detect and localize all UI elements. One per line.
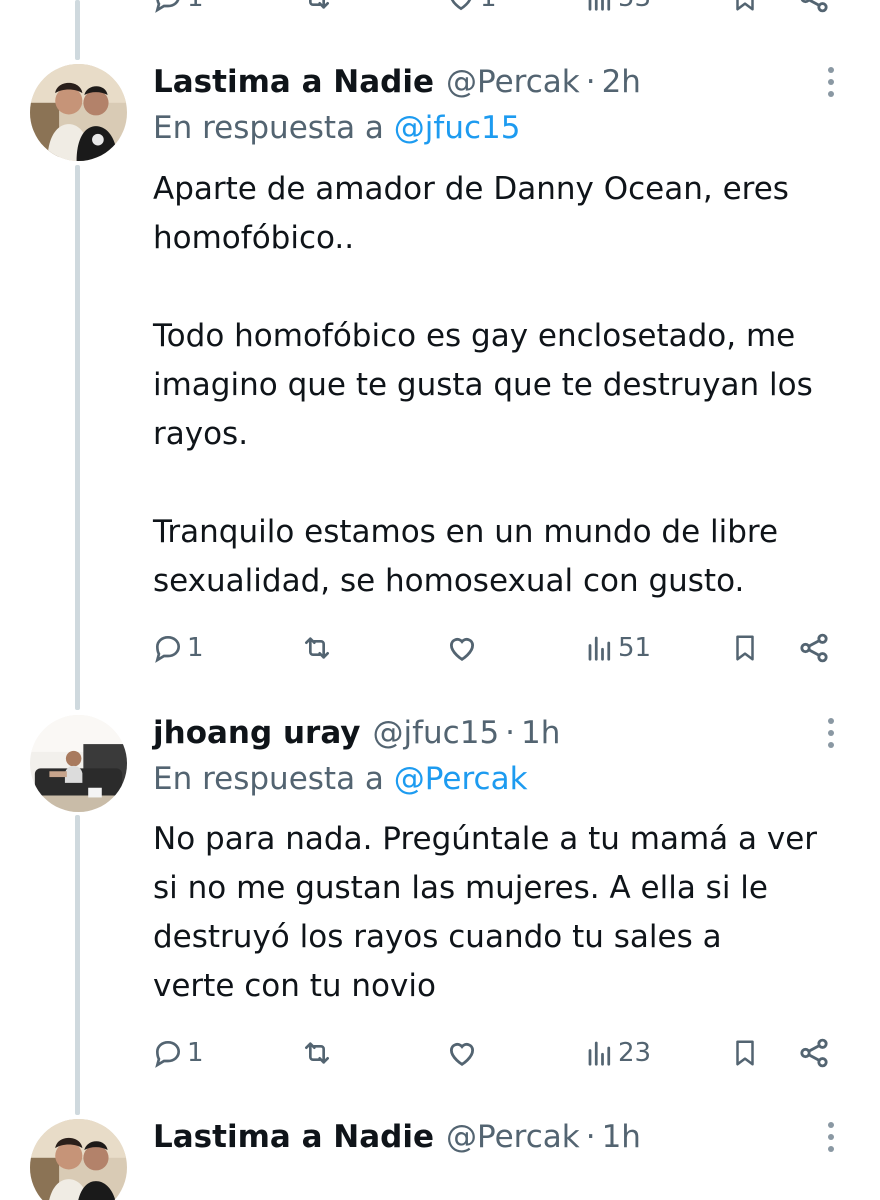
reply-count: 1	[187, 633, 204, 663]
user-handle[interactable]: @Percak	[446, 1119, 580, 1155]
timestamp[interactable]: 1h	[521, 715, 560, 751]
reply-count: 1	[187, 0, 204, 13]
tweet[interactable]: Lastima a Nadie @Percak · 1h	[0, 1115, 880, 1200]
tweet-line: No para nada. Pregúntale a tu mamá a ver	[153, 821, 818, 857]
avatar[interactable]	[30, 715, 127, 812]
separator-dot: ·	[505, 715, 516, 751]
heart-icon	[449, 1042, 475, 1066]
reply-button[interactable]: 1	[152, 628, 204, 668]
display-name[interactable]: Lastima a Nadie	[153, 64, 434, 100]
tweet-line: Tranquilo estamos en un mundo de libre	[153, 514, 779, 550]
tweet-line: si no me gustan las mujeres. A ella si l…	[153, 870, 768, 906]
more-options-button[interactable]	[822, 715, 840, 751]
view-count: 23	[618, 1038, 652, 1068]
bookmark-icon	[736, 0, 754, 11]
tweet-text: No para nada. Pregúntale a tu mamá a ver…	[153, 815, 853, 1011]
avatar-photo	[30, 64, 127, 161]
reply-prefix: En respuesta a	[153, 761, 384, 797]
like-button[interactable]: 1	[445, 0, 497, 18]
views-icon	[588, 0, 611, 11]
more-vertical-icon	[828, 718, 834, 748]
thread-line	[75, 0, 80, 60]
retweet-icon	[305, 637, 329, 659]
view-count: 53	[618, 0, 651, 13]
tweet-line: sexualidad, se homosexual con gusto.	[153, 563, 745, 599]
retweet-button[interactable]	[300, 1033, 334, 1073]
avatar[interactable]	[30, 1119, 127, 1200]
display-name[interactable]: jhoang uray	[153, 715, 361, 751]
separator-dot: ·	[585, 64, 596, 100]
reply-prefix: En respuesta a	[153, 110, 384, 146]
reply-icon	[155, 1040, 181, 1068]
tweet-line: imagino que te gusta que te destruyan lo…	[153, 367, 813, 403]
share-icon	[800, 633, 828, 663]
heart-icon	[449, 637, 475, 661]
retweet-icon	[305, 1042, 329, 1064]
tweet-line: homofóbico..	[153, 220, 355, 256]
user-handle[interactable]: @Percak	[446, 64, 580, 100]
bookmark-icon	[736, 1040, 754, 1066]
views-button[interactable]: 51	[585, 628, 651, 668]
reply-mention-link[interactable]: @Percak	[394, 761, 528, 797]
tweet-line: Aparte de amador de Danny Ocean, eres	[153, 171, 789, 207]
more-options-button[interactable]	[822, 1119, 840, 1155]
bookmark-button[interactable]	[730, 1033, 760, 1073]
tweet-line: destruyó los rayos cuando tu sales a	[153, 919, 722, 955]
retweet-button[interactable]	[300, 628, 334, 668]
like-button[interactable]	[445, 628, 479, 668]
reply-count: 1	[187, 1038, 204, 1068]
user-handle[interactable]: @jfuc15	[373, 715, 500, 751]
reply-button[interactable]: 1	[152, 1033, 204, 1073]
more-vertical-icon	[828, 1122, 834, 1152]
timestamp[interactable]: 2h	[602, 64, 641, 100]
timestamp[interactable]: 1h	[602, 1119, 641, 1155]
more-options-button[interactable]	[822, 64, 840, 100]
tweet-line: verte con tu novio	[153, 968, 436, 1004]
tweet-header: Lastima a Nadie @Percak · 1h	[153, 1115, 641, 1159]
tweet[interactable]: jhoang uray @jfuc15 · 1h En respuesta a …	[0, 711, 880, 1111]
tweet-line: rayos.	[153, 416, 249, 452]
reply-context: En respuesta a @Percak	[153, 761, 528, 797]
share-button[interactable]	[797, 0, 831, 18]
avatar[interactable]	[30, 64, 127, 161]
more-vertical-icon	[828, 67, 834, 97]
retweet-icon	[309, 0, 329, 9]
like-button[interactable]	[445, 1033, 479, 1073]
tweet-text: Aparte de amador de Danny Ocean, eres ho…	[153, 165, 853, 606]
like-count: 1	[480, 0, 497, 13]
avatar-photo	[30, 1119, 127, 1200]
tweet-header: jhoang uray @jfuc15 · 1h	[153, 711, 560, 755]
reply-mention-link[interactable]: @jfuc15	[394, 110, 521, 146]
reply-button[interactable]: 1	[152, 0, 204, 18]
view-count: 51	[618, 633, 652, 663]
reply-icon	[155, 0, 180, 13]
bookmark-button[interactable]	[730, 0, 760, 18]
tweet-actions: 1 23	[150, 1033, 850, 1073]
reply-context: En respuesta a @jfuc15	[153, 110, 520, 146]
retweet-button[interactable]	[300, 0, 334, 18]
bookmark-button[interactable]	[730, 628, 760, 668]
share-button[interactable]	[797, 1033, 831, 1073]
tweet-actions: 1 51	[150, 628, 850, 668]
views-icon	[588, 1041, 611, 1066]
heart-icon	[450, 0, 472, 11]
views-button[interactable]: 23	[585, 1033, 651, 1073]
tweet-header: Lastima a Nadie @Percak · 2h	[153, 60, 641, 104]
display-name[interactable]: Lastima a Nadie	[153, 1119, 434, 1155]
tweet[interactable]: Lastima a Nadie @Percak · 2h En respuest…	[0, 60, 880, 710]
avatar-photo	[30, 715, 127, 812]
share-icon	[800, 1038, 828, 1068]
reply-icon	[155, 635, 181, 663]
separator-dot: ·	[585, 1119, 596, 1155]
bookmark-icon	[736, 635, 754, 661]
share-button[interactable]	[797, 628, 831, 668]
tweet-line: Todo homofóbico es gay enclosetado, me	[153, 318, 796, 354]
views-icon	[588, 636, 611, 661]
share-icon	[800, 0, 828, 13]
previous-tweet-actions: 1 1 53	[0, 0, 880, 18]
views-button[interactable]: 53	[585, 0, 651, 18]
